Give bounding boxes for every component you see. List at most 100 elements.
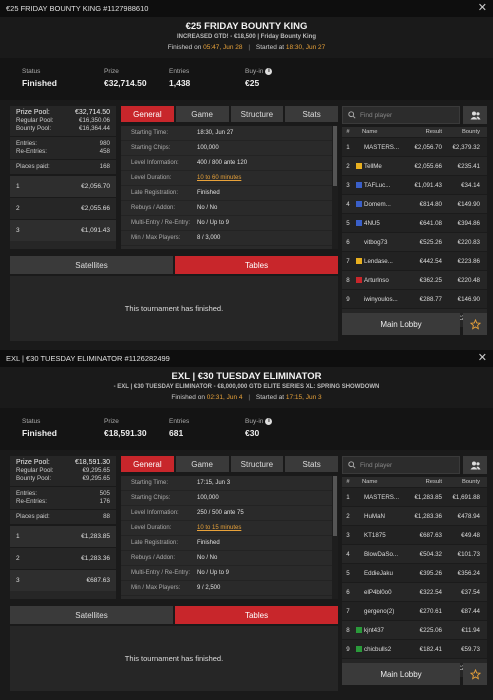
player-row[interactable]: 7 gergeno(2) €270.61 €87.44 xyxy=(342,601,487,620)
payout-row: 1 €1,283.85 xyxy=(10,525,116,547)
started-label: Started at xyxy=(255,44,285,51)
tab-general[interactable]: General xyxy=(121,106,174,122)
entries-row: Entries: 505 xyxy=(16,490,110,497)
scrollbar-thumb[interactable] xyxy=(333,126,337,186)
detail-key: Multi-Entry / Re-Entry: xyxy=(131,220,191,226)
player-row[interactable]: 5 EddieJaku €395.26 €356.24 xyxy=(342,563,487,582)
detail-key: Level Duration: xyxy=(131,175,172,181)
tab-structure[interactable]: Structure xyxy=(230,456,284,472)
col-bounty[interactable]: Bounty xyxy=(442,129,480,135)
payout-row: 2 €2,055.66 xyxy=(10,197,116,219)
window-titlebar: €25 FRIDAY BOUNTY KING #1127988610 ✕ xyxy=(0,0,493,17)
col-name[interactable]: Name xyxy=(354,479,402,485)
main-lobby-button[interactable]: Main Lobby xyxy=(342,663,460,685)
player-row[interactable]: 3 KT1875 €687.63 €49.48 xyxy=(342,525,487,544)
close-icon[interactable]: ✕ xyxy=(478,353,487,364)
users-button[interactable] xyxy=(463,456,487,474)
bounty-pool-row: Bounty Pool: €9,295.65 xyxy=(16,475,110,482)
col-rank[interactable]: # xyxy=(342,129,354,135)
scrollbar-thumb[interactable] xyxy=(333,476,337,536)
favorite-button[interactable] xyxy=(463,663,487,685)
info-icon[interactable]: i xyxy=(265,418,273,425)
payout-row: 3 €1,091.43 xyxy=(10,219,116,241)
prize-value: €32,714.50 xyxy=(104,78,147,88)
col-result[interactable]: Result xyxy=(402,479,442,485)
users-icon xyxy=(470,111,480,119)
separator: | xyxy=(248,44,251,51)
player-rank: 7 xyxy=(346,257,350,265)
player-rank: 9 xyxy=(346,645,350,653)
tab-tables[interactable]: Tables xyxy=(175,256,338,274)
player-row[interactable]: 6 elP4bl0o0 €322.54 €37.54 xyxy=(342,582,487,601)
tab-game[interactable]: Game xyxy=(175,456,229,472)
player-bounty: €87.44 xyxy=(461,607,480,615)
tab-game[interactable]: Game xyxy=(175,106,229,122)
tab-structure[interactable]: Structure xyxy=(230,106,284,122)
payout-list: 1 €2,056.70 2 €2,055.66 3 €1,091.43 xyxy=(10,175,116,241)
details-scrollbar[interactable] xyxy=(332,126,338,249)
prize-pool-row: Prize Pool: €32,714.50 xyxy=(16,109,110,116)
col-result[interactable]: Result xyxy=(402,129,442,135)
tab-stats[interactable]: Stats xyxy=(285,106,338,122)
player-bounty: €146.90 xyxy=(457,295,480,303)
player-search-input[interactable]: Find player xyxy=(342,456,460,474)
player-row[interactable]: 8 Arturlnso €362.25 €220.48 xyxy=(342,270,487,289)
detail-row: Rebuys / Addon: No / No xyxy=(121,201,338,216)
entries-label: Entries xyxy=(169,68,190,75)
tab-tables[interactable]: Tables xyxy=(175,606,338,624)
details-scrollbar[interactable] xyxy=(332,476,338,599)
detail-row: Level Duration: 10 to 60 minutes xyxy=(121,171,338,186)
player-row[interactable]: 1 MASTERS... €1,283.85 €1,691.88 xyxy=(342,487,487,506)
players-panel: Find player # Name Result Bounty 1 MASTER… xyxy=(342,456,487,691)
player-row[interactable]: 2 TellMe €2,055.66 €235.41 xyxy=(342,156,487,175)
detail-value: No / Up to 9 xyxy=(197,570,230,576)
places-group: Places paid: 168 xyxy=(10,160,116,175)
detail-link[interactable]: 10 to 15 minutes xyxy=(197,525,241,531)
detail-link[interactable]: 10 to 60 minutes xyxy=(197,175,241,181)
player-row[interactable]: 3 TAFLuc... €1,091.43 €34.14 xyxy=(342,175,487,194)
player-name: MASTERS... xyxy=(364,143,400,151)
player-search-input[interactable]: Find player xyxy=(342,106,460,124)
player-name: MASTERS... xyxy=(364,493,400,501)
player-row[interactable]: 9 iwinyoulos... €288.77 €146.90 xyxy=(342,289,487,308)
player-row[interactable]: 1 MASTERS... €2,056.70 €2,379.32 xyxy=(342,137,487,156)
prize-panel: Prize Pool: €32,714.50 Regular Pool: €16,3… xyxy=(10,106,116,249)
player-row[interactable]: 6 vitbog73 €525.26 €220.83 xyxy=(342,232,487,251)
col-bounty[interactable]: Bounty xyxy=(442,479,480,485)
close-icon[interactable]: ✕ xyxy=(478,3,487,14)
player-row[interactable]: 4 Domem... €814.80 €149.90 xyxy=(342,194,487,213)
info-icon[interactable]: i xyxy=(265,68,273,75)
favorite-button[interactable] xyxy=(463,313,487,335)
buyin-cell: Buy-in i €30 xyxy=(245,408,273,450)
player-rows: 1 MASTERS... €1,283.85 €1,691.88 2 HuMaN €1,28… xyxy=(342,487,487,677)
col-name[interactable]: Name xyxy=(354,129,402,135)
player-row[interactable]: 9 chicbulls2 €182.41 €59.73 xyxy=(342,639,487,658)
player-row[interactable]: 7 Lendase... €442.54 €223.86 xyxy=(342,251,487,270)
tournament-name: EXL | €30 TUESDAY ELIMINATOR xyxy=(171,371,322,382)
status-cell: Status Finished xyxy=(22,408,104,450)
col-rank[interactable]: # xyxy=(342,479,354,485)
places-group: Places paid: 88 xyxy=(10,510,116,525)
tab-satellites[interactable]: Satellites xyxy=(10,256,173,274)
player-row[interactable]: 8 kjnt437 €225.06 €11.94 xyxy=(342,620,487,639)
finished-time: 02:31, Jun 4 xyxy=(206,394,243,401)
detail-value: Finished xyxy=(197,540,220,546)
search-row: Find player xyxy=(342,456,487,474)
tournament-header: EXL | €30 TUESDAY ELIMINATOR - EXL | €30… xyxy=(0,367,493,407)
detail-row: Starting Time: 17:15, Jun 3 xyxy=(121,476,338,491)
window-title: €25 FRIDAY BOUNTY KING #1127988610 xyxy=(6,4,149,13)
main-lobby-button[interactable]: Main Lobby xyxy=(342,313,460,335)
tab-stats[interactable]: Stats xyxy=(285,456,338,472)
detail-value: 100,000 xyxy=(197,495,219,501)
detail-key: Min / Max Players: xyxy=(131,585,181,591)
users-button[interactable] xyxy=(463,106,487,124)
tab-satellites[interactable]: Satellites xyxy=(10,606,173,624)
player-row[interactable]: 2 HuMaN €1,283.36 €478.94 xyxy=(342,506,487,525)
player-result: €2,056.70 xyxy=(414,143,442,151)
entries-value: 1,438 xyxy=(169,78,191,88)
player-row[interactable]: 5 4NU5 €641.08 €394.86 xyxy=(342,213,487,232)
flag-icon xyxy=(356,494,362,500)
player-row[interactable]: 4 BlowDaSo... €504.32 €101.73 xyxy=(342,544,487,563)
detail-value: 8 / 3,000 xyxy=(197,235,221,241)
tab-general[interactable]: General xyxy=(121,456,174,472)
